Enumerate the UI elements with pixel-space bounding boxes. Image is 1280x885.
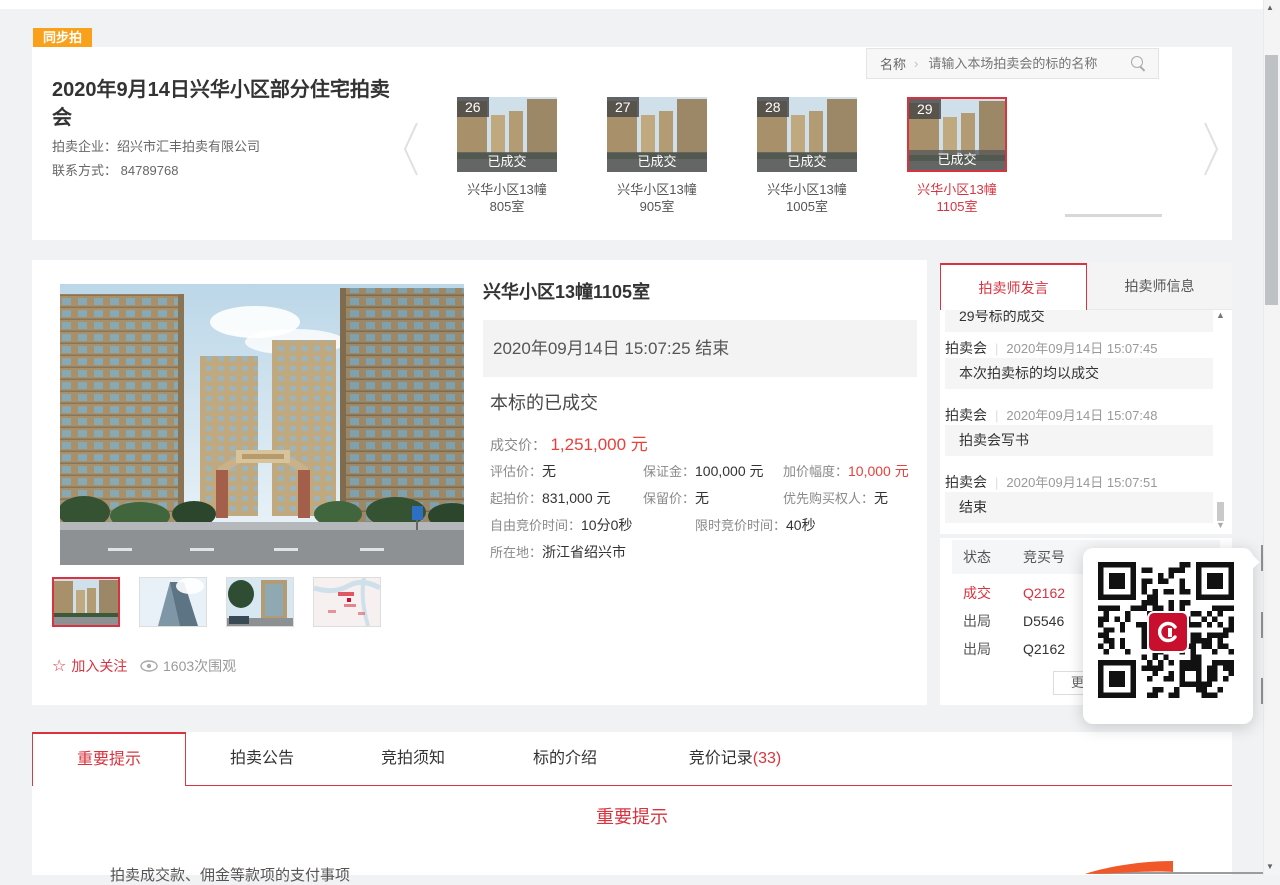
carousel-item[interactable]: 28 已成交 兴华小区13幢1005室 [757, 97, 857, 215]
follow-button[interactable]: ☆ 加入关注 [52, 656, 127, 676]
eye-icon [140, 660, 158, 672]
message-bubble: 拍卖会写书 [945, 425, 1213, 456]
lot-thumbnail-photo[interactable]: 28 已成交 [757, 97, 857, 172]
lot-status-banner: 本标的已成交 [490, 389, 598, 415]
deal-price-label: 成交价： [490, 437, 546, 453]
contact-label: 联系方式： [52, 163, 117, 178]
lot-title: 兴华小区13幢1105室 [483, 278, 650, 304]
message-bubble: 本次拍卖标的均以成交 [945, 358, 1213, 389]
scroll-up-icon[interactable]: ▲ [1266, 3, 1274, 12]
message-bubble: 结束 [945, 492, 1213, 523]
carousel-prev-button[interactable] [402, 120, 420, 178]
tab-important-notice[interactable]: 重要提示 [32, 732, 186, 786]
deal-price-value: 1,251,000 元 [550, 435, 647, 454]
page-scrollbar-thumb[interactable] [1265, 55, 1278, 305]
contact-value: 84789768 [121, 163, 179, 178]
message-header: 拍卖会|2020年09月14日 15:07:48 [945, 405, 1157, 425]
messages-scroll-down-icon[interactable]: ▼ [1216, 520, 1225, 530]
field-location: 所在地：浙江省绍兴市 [490, 542, 626, 562]
auction-title: 2020年9月14日兴华小区部分住宅拍卖会 [52, 76, 392, 132]
message-header: 拍卖会|2020年09月14日 15:07:45 [945, 338, 1157, 358]
field-free-bid-time: 自由竞价时间：10分0秒 [490, 515, 632, 535]
company-label: 拍卖企业： [52, 139, 117, 154]
tab-auctioneer-info[interactable]: 拍卖师信息 [1087, 263, 1232, 310]
search-category-select[interactable]: 名称 [880, 54, 906, 73]
carousel-item[interactable]: 27 已成交 兴华小区13幢905室 [607, 97, 707, 215]
field-appraisal: 评估价：无 [490, 461, 556, 481]
chevron-right-icon: › [914, 56, 918, 71]
gallery-thumb[interactable] [226, 577, 294, 627]
lot-thumbnail-photo[interactable]: 26 已成交 [457, 97, 557, 172]
sold-overlay: 已成交 [757, 152, 857, 172]
auction-contact-line: 联系方式： 84789768 [52, 160, 178, 179]
bid-header-status: 状态 [963, 547, 1023, 567]
lot-thumbnail-photo[interactable]: 29 已成交 [907, 97, 1007, 172]
lot-thumbnail-photo[interactable]: 27 已成交 [607, 97, 707, 172]
bid-header-number: 竞买号 [1023, 547, 1065, 567]
auctioneer-message-list[interactable]: 29号标的成交 拍卖会|2020年09月14日 15:07:45 本次拍卖标的均… [940, 310, 1232, 534]
sold-overlay: 已成交 [607, 152, 707, 172]
messages-scroll-up-icon[interactable]: ▲ [1216, 310, 1225, 320]
field-limited-bid-time: 限时竞价时间：40秒 [695, 515, 816, 535]
field-increment: 加价幅度：10,000 元 [783, 461, 909, 481]
messages-scrollbar-thumb[interactable] [1217, 502, 1224, 521]
tab-lot-introduction[interactable]: 标的介绍 [490, 732, 640, 786]
message-bubble: 29号标的成交 [945, 310, 1213, 332]
auction-company-line: 拍卖企业：绍兴市汇丰拍卖有限公司 [52, 136, 260, 155]
notice-heading: 重要提示 [32, 803, 1232, 829]
follow-label[interactable]: 加入关注 [71, 656, 127, 676]
carousel-item-selected[interactable]: 29 已成交 兴华小区13幢1105室 [907, 97, 1007, 215]
qr-logo [1147, 611, 1189, 653]
gallery-thumb-selected[interactable] [52, 577, 120, 627]
lot-number-badge: 27 [607, 97, 639, 117]
field-start-price: 起拍价：831,000 元 [490, 488, 611, 508]
tab-auction-announcement[interactable]: 拍卖公告 [187, 732, 337, 786]
lot-main-photo[interactable] [60, 284, 464, 565]
lot-number-badge: 29 [909, 99, 941, 119]
carousel-next-button[interactable] [1202, 120, 1220, 178]
carousel-caption[interactable]: 兴华小区13幢1105室 [907, 181, 1007, 215]
rocket-flame-icon [1085, 858, 1175, 875]
views-label: 1603次围观 [163, 656, 236, 676]
star-icon: ☆ [52, 656, 66, 676]
tab-auctioneer-speech[interactable]: 拍卖师发言 [940, 263, 1087, 310]
gallery-thumb-map[interactable] [313, 577, 381, 627]
carousel-scroll-indicator[interactable] [1065, 214, 1162, 217]
search-input[interactable] [926, 55, 1131, 72]
carousel-item[interactable]: 26 已成交 兴华小区13幢805室 [457, 97, 557, 215]
search-icon[interactable] [1131, 56, 1147, 72]
sold-overlay: 已成交 [909, 150, 1005, 170]
bid-records-label: 竞价记录 [689, 750, 753, 767]
field-deposit: 保证金：100,000 元 [643, 461, 764, 481]
company-value: 绍兴市汇丰拍卖有限公司 [117, 139, 260, 154]
end-time-banner: 2020年09月14日 15:07:25 结束 [483, 320, 917, 377]
scroll-down-icon[interactable]: ▼ [1266, 862, 1274, 871]
message-header: 拍卖会|2020年09月14日 15:07:51 [945, 472, 1157, 492]
tab-bidding-instructions[interactable]: 竞拍须知 [338, 732, 488, 786]
carousel-caption[interactable]: 兴华小区13幢905室 [607, 181, 707, 215]
gallery-thumb[interactable] [139, 577, 207, 627]
sync-auction-badge: 同步拍 [33, 28, 92, 47]
top-strip [0, 0, 1263, 9]
bid-records-count: (33) [753, 750, 781, 767]
tab-bid-records[interactable]: 竞价记录(33) [650, 732, 820, 786]
carousel-caption[interactable]: 兴华小区13幢805室 [457, 181, 557, 215]
deal-price-row: 成交价： 1,251,000 元 [490, 430, 648, 455]
search-bar[interactable]: 名称 › [866, 48, 1159, 79]
lot-number-badge: 26 [457, 97, 489, 117]
views-counter: 1603次围观 [140, 656, 236, 676]
carousel-caption[interactable]: 兴华小区13幢1005室 [757, 181, 857, 215]
sold-overlay: 已成交 [457, 152, 557, 172]
lot-number-badge: 28 [757, 97, 789, 117]
field-priority-buyer: 优先购买权人：无 [783, 488, 888, 508]
field-reserve-price: 保留价：无 [643, 488, 709, 508]
